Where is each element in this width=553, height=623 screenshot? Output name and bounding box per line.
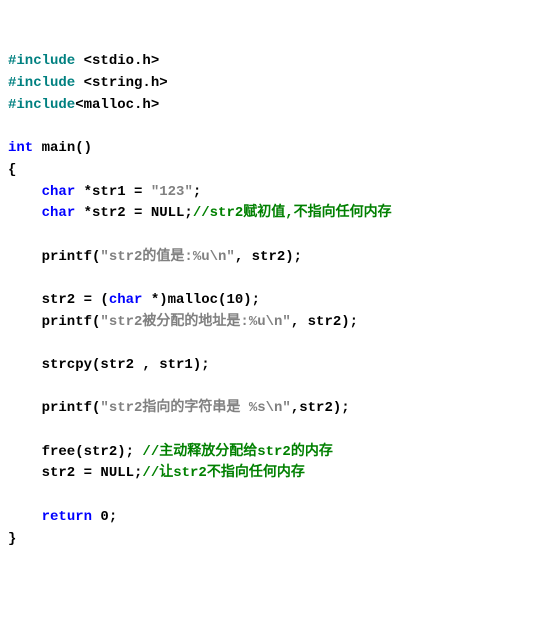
printf-call: printf( [8, 249, 100, 265]
keyword-int: int [8, 140, 33, 156]
decl-str2: *str2 = NULL; [75, 205, 193, 221]
brace-open: { [8, 162, 16, 178]
decl-str1: *str1 = [75, 184, 151, 200]
func-main: main() [33, 140, 92, 156]
keyword-char: char [42, 184, 76, 200]
string-literal: "123" [151, 184, 193, 200]
semicolon: ; [193, 184, 201, 200]
null-assign: str2 = NULL; [8, 465, 142, 481]
string-literal: "str2被分配的地址是:%u\n" [100, 314, 290, 330]
printf-args: ,str2); [291, 400, 350, 416]
include-file: <malloc.h> [75, 97, 159, 113]
free-call: free(str2); [8, 444, 142, 460]
code-block: #include <stdio.h> #include <string.h> #… [8, 51, 545, 550]
printf-args: , str2); [235, 249, 302, 265]
keyword-char: char [109, 292, 143, 308]
brace-close: } [8, 531, 16, 547]
strcpy-call: strcpy(str2 , str1); [8, 357, 210, 373]
keyword-char: char [42, 205, 76, 221]
preprocessor: #include [8, 75, 75, 91]
include-file: <string.h> [75, 75, 167, 91]
malloc-rest: *)malloc(10); [142, 292, 260, 308]
comment: //让str2不指向任何内存 [142, 465, 304, 481]
malloc-call: str2 = ( [8, 292, 109, 308]
return-value: 0; [92, 509, 117, 525]
printf-call: printf( [8, 314, 100, 330]
printf-call: printf( [8, 400, 100, 416]
string-literal: "str2的值是:%u\n" [100, 249, 234, 265]
preprocessor: #include [8, 53, 75, 69]
string-literal: "str2指向的字符串是 %s\n" [100, 400, 290, 416]
comment: //主动释放分配给str2的内存 [142, 444, 332, 460]
comment: //str2赋初值,不指向任何内存 [193, 205, 392, 221]
include-file: <stdio.h> [75, 53, 159, 69]
preprocessor: #include [8, 97, 75, 113]
keyword-return: return [42, 509, 92, 525]
printf-args: , str2); [291, 314, 358, 330]
